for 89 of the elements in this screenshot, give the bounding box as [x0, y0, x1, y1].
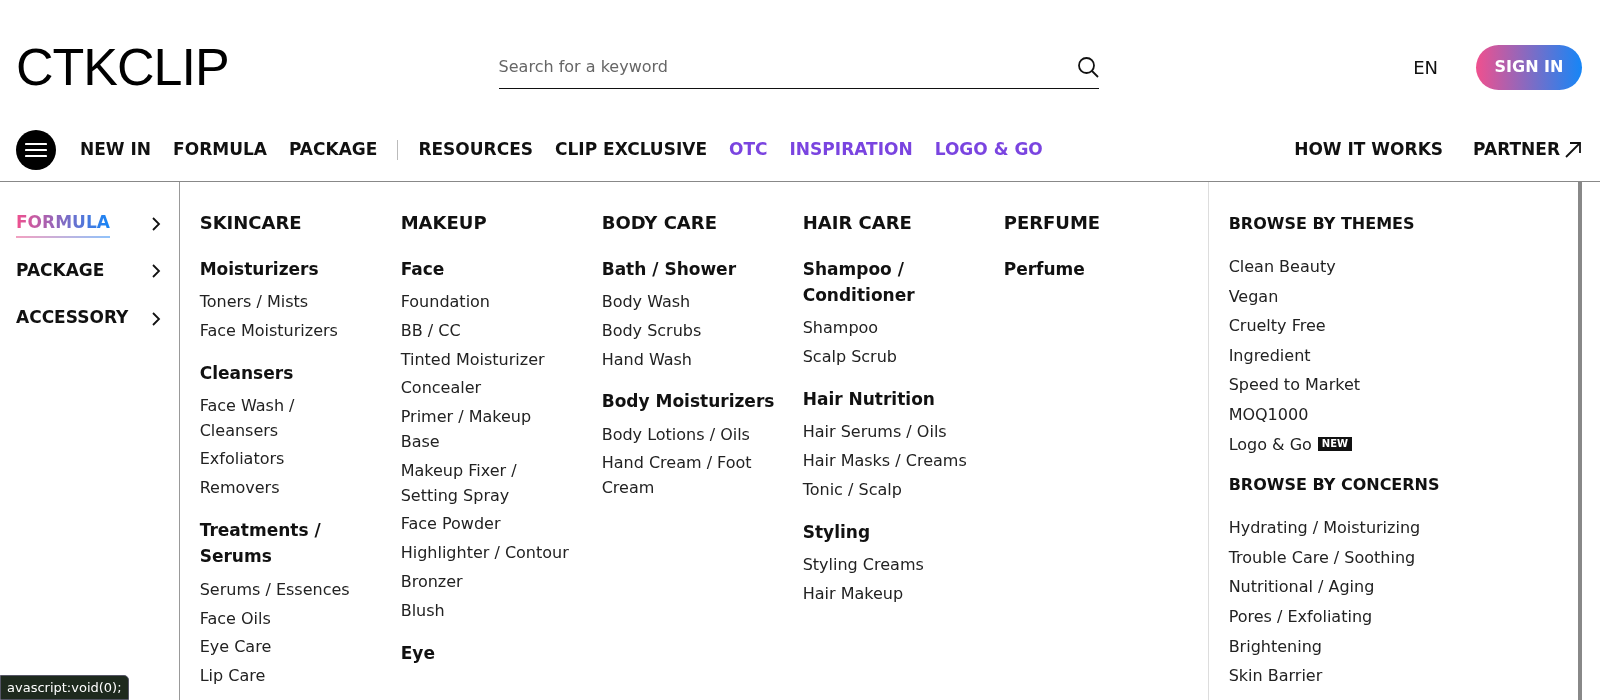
menu-link[interactable]: Vegan	[1228, 283, 1579, 310]
arrow-icon	[1564, 140, 1582, 159]
menu-link[interactable]: Tonic / Scalp	[802, 477, 976, 503]
menu-link[interactable]: Eye Care	[199, 635, 373, 661]
menu-link[interactable]: Exfoliators	[199, 447, 373, 473]
subcategory-link[interactable]: Face	[400, 255, 574, 282]
menu-link[interactable]: Face Powder	[400, 512, 574, 538]
menu-link[interactable]: Concealer	[400, 376, 574, 402]
menu-link[interactable]: Blush	[400, 598, 574, 624]
sidebar-item[interactable]: ACCESSORY	[16, 305, 161, 333]
category-heading: SKINCARE	[199, 212, 303, 234]
chevron-right-icon	[150, 215, 161, 232]
menu-link[interactable]: Face Wash / Cleansers	[199, 393, 373, 444]
language-selector[interactable]: EN	[1413, 53, 1438, 81]
menu-button[interactable]	[16, 129, 56, 170]
nav-link-label: PARTNER	[1473, 137, 1560, 161]
menu-link[interactable]: Face Oils	[199, 606, 373, 632]
nav-link[interactable]: LOGO & GO	[934, 136, 1043, 163]
nav-link[interactable]: PACKAGE	[288, 136, 378, 163]
menu-link[interactable]: Clean Beauty	[1228, 254, 1579, 280]
subcategory-link[interactable]: Body Moisturizers	[601, 388, 775, 415]
sidebar-item[interactable]: PACKAGE	[16, 257, 161, 285]
menu-link[interactable]: Brightening	[1228, 633, 1579, 660]
chevron-right-icon	[150, 310, 161, 327]
nav-link[interactable]: HOW IT WORKS	[1294, 136, 1444, 163]
menu-link[interactable]: Face Moisturizers	[199, 318, 373, 344]
sign-in-button[interactable]: SIGN IN	[1476, 44, 1582, 90]
subcategory-link[interactable]: Eye	[400, 639, 574, 666]
menu-link[interactable]: Styling Creams	[802, 552, 976, 578]
menu-link[interactable]: Hand Wash	[601, 347, 775, 373]
menu-link[interactable]: Ingredient	[1228, 342, 1579, 369]
nav-link[interactable]: RESOURCES	[418, 136, 534, 163]
menu-link[interactable]: Logo & Go	[1228, 431, 1312, 458]
category-heading: BODY CARE	[601, 212, 718, 234]
subcategory-link[interactable]: Moisturizers	[199, 255, 373, 282]
scrollbar[interactable]	[1578, 182, 1582, 700]
nav-link[interactable]: NEW IN	[80, 136, 152, 163]
menu-link[interactable]: Hydrating / Moisturizing	[1228, 515, 1579, 541]
nav-link[interactable]: OTC	[729, 136, 768, 163]
search-field[interactable]: Search for a keyword	[498, 53, 1077, 80]
menu-link[interactable]: Shampoo	[802, 316, 976, 342]
subcategory-link[interactable]: Perfume	[1003, 255, 1177, 282]
section-heading: BROWSE BY CONCERNS	[1228, 474, 1441, 497]
menu-link[interactable]: Body Lotions / Oils	[601, 422, 775, 448]
menu-link[interactable]: Pores / Exfoliating	[1228, 603, 1579, 630]
category-heading: HAIR CARE	[802, 212, 913, 234]
search-icon	[1076, 55, 1099, 78]
nav-link[interactable]: FORMULA	[173, 136, 267, 163]
subcategory-link[interactable]: Styling	[802, 518, 976, 545]
menu-link[interactable]: Hand Cream / Foot Cream	[601, 451, 775, 502]
menu-icon	[25, 141, 47, 158]
menu-link[interactable]: Makeup Fixer / Setting Spray	[400, 458, 574, 509]
menu-link[interactable]: Hair Masks / Creams	[802, 449, 976, 474]
section-heading: BROWSE BY THEMES	[1228, 213, 1416, 235]
menu-link[interactable]: Scalp Scrub	[802, 345, 976, 370]
menu-link[interactable]: Body Wash	[601, 289, 775, 315]
logo[interactable]: CTKCLIP	[16, 41, 229, 93]
menu-link[interactable]: Trouble Care / Soothing	[1228, 544, 1579, 571]
menu-link[interactable]: Removers	[199, 476, 373, 502]
subcategory-link[interactable]: Hair Nutrition	[802, 385, 976, 413]
menu-link[interactable]: Hair Makeup	[802, 581, 976, 607]
menu-link[interactable]: Speed to Market	[1228, 372, 1579, 398]
menu-link[interactable]: Skin Barrier	[1228, 663, 1579, 689]
menu-link[interactable]: Hair Serums / Oils	[802, 420, 976, 445]
nav-link[interactable]: CLIP EXCLUSIVE	[555, 136, 707, 163]
chevron-right-icon	[150, 263, 161, 280]
category-heading: PERFUME	[1003, 212, 1102, 234]
menu-link[interactable]: MOQ1000	[1228, 401, 1579, 428]
nav-link[interactable]: INSPIRATION	[789, 136, 913, 163]
menu-link[interactable]: Nutritional / Aging	[1228, 574, 1579, 600]
menu-link[interactable]: Bronzer	[400, 569, 574, 595]
status-url: avascript:void(0);	[0, 674, 129, 700]
category-heading: MAKEUP	[400, 212, 488, 234]
subcategory-link[interactable]: Shampoo / Conditioner	[802, 255, 976, 309]
subcategory-link[interactable]: Treatments / Serums	[199, 517, 373, 570]
subcategory-link[interactable]: Cleansers	[199, 359, 373, 386]
nav-link[interactable]: PARTNER	[1473, 136, 1582, 163]
menu-link[interactable]: Tinted Moisturizer	[400, 347, 574, 373]
menu-link[interactable]: BB / CC	[400, 318, 574, 344]
new-badge: NEW	[1317, 437, 1353, 452]
menu-link[interactable]: Cruelty Free	[1228, 313, 1579, 339]
menu-link[interactable]: Toners / Mists	[199, 289, 373, 315]
menu-link[interactable]: Highlighter / Contour	[400, 541, 574, 566]
menu-link[interactable]: Serums / Essences	[199, 577, 373, 603]
menu-link[interactable]: Lip Care	[199, 664, 373, 689]
menu-link[interactable]: Primer / Makeup Base	[400, 405, 574, 455]
subcategory-link[interactable]: Bath / Shower	[601, 255, 775, 282]
menu-link[interactable]: Foundation	[400, 289, 574, 315]
menu-link[interactable]: Body Scrubs	[601, 318, 775, 344]
